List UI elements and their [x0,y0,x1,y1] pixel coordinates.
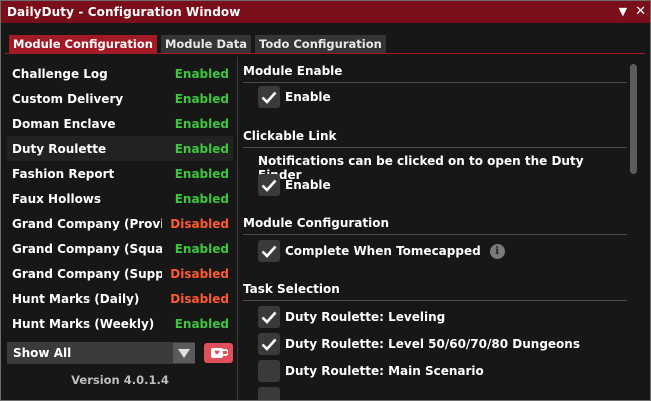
module-name: Grand Company (Squadron) [12,241,162,256]
module-item-custom-delivery[interactable]: Custom Delivery Enabled [7,86,233,111]
scrollbar-thumb[interactable] [630,64,637,174]
tab-module-configuration[interactable]: Module Configuration [9,35,157,54]
tab-todo-configuration[interactable]: Todo Configuration [255,35,386,54]
module-status: Disabled [170,266,229,281]
collapse-icon[interactable]: ▼ [619,1,627,23]
section-divider [243,300,627,301]
module-item-gc-squadron[interactable]: Grand Company (Squadron) Enabled [7,236,233,261]
module-name: Hunt Marks (Weekly) [12,316,155,331]
module-item-duty-roulette[interactable]: Duty Roulette Enabled [7,136,233,161]
module-name: Custom Delivery [12,91,124,106]
checkmark-icon [261,338,277,351]
module-name: Grand Company (Provisioning) [12,216,162,231]
module-status: Disabled [170,291,229,306]
checkbox-task-main-scenario[interactable] [258,360,280,382]
module-name: Doman Enclave [12,116,116,131]
module-enable-row[interactable]: Enable [258,86,331,108]
module-item-challenge-log[interactable]: Challenge Log Enabled [7,61,233,86]
task-row-main-scenario[interactable]: Duty Roulette: Main Scenario [258,360,484,382]
module-list: Challenge Log Enabled Custom Delivery En… [7,61,233,338]
complete-when-tomecapped-label: Complete When Tomecapped [285,244,481,258]
panel-divider [237,57,238,400]
checkmark-icon [261,311,277,324]
info-icon[interactable]: i [489,243,505,259]
enable-label: Enable [285,90,331,104]
module-configuration-header: Module Configuration [243,216,390,230]
module-item-gc-supply[interactable]: Grand Company (Supply) Disabled [7,261,233,286]
task-selection-header: Task Selection [243,282,340,296]
close-icon[interactable]: ✕ [635,1,646,23]
module-filter-dropdown[interactable]: Show All [7,342,195,364]
kofi-cup-icon[interactable] [204,343,233,363]
section-divider [243,147,627,148]
module-status: Enabled [174,66,229,81]
module-status: Enabled [174,191,229,206]
module-status: Enabled [174,141,229,156]
clickable-link-row[interactable]: Enable [258,174,331,196]
tab-bar: Module Configuration Module Data Todo Co… [1,23,650,54]
module-item-gc-provisioning[interactable]: Grand Company (Provisioning) Disabled [7,211,233,236]
task-label: Duty Roulette: Main Scenario [285,364,484,378]
module-status: Enabled [174,316,229,331]
module-status: Enabled [174,116,229,131]
checkbox-task-partial[interactable] [258,387,280,400]
module-status: Disabled [170,216,229,231]
complete-when-tomecapped-row[interactable]: Complete When Tomecapped i [258,240,505,262]
module-status: Enabled [174,91,229,106]
task-row-level-dungeons[interactable]: Duty Roulette: Level 50/60/70/80 Dungeon… [258,333,580,355]
module-item-faux-hollows[interactable]: Faux Hollows Enabled [7,186,233,211]
configuration-window: DailyDuty - Configuration Window ▼ ✕ Mod… [0,0,651,401]
section-divider [243,234,627,235]
module-item-fashion-report[interactable]: Fashion Report Enabled [7,161,233,186]
task-row-partial[interactable] [258,387,285,400]
task-label: Duty Roulette: Level 50/60/70/80 Dungeon… [285,337,580,351]
module-name: Faux Hollows [12,191,102,206]
checkbox-task-leveling[interactable] [258,306,280,328]
module-name: Grand Company (Supply) [12,266,162,281]
filter-value: Show All [13,346,72,360]
module-status: Enabled [174,166,229,181]
checkmark-icon [261,179,277,192]
module-item-hunt-daily[interactable]: Hunt Marks (Daily) Disabled [7,286,233,311]
task-label: Duty Roulette: Leveling [285,310,446,324]
checkmark-icon [261,91,277,104]
dropdown-arrow-icon[interactable] [173,343,195,363]
task-row-leveling[interactable]: Duty Roulette: Leveling [258,306,445,328]
tab-module-data[interactable]: Module Data [160,35,252,54]
section-divider [243,82,627,83]
checkmark-icon [261,245,277,258]
config-panel: Module Enable Enable Clickable Link Noti… [243,57,628,400]
module-name: Challenge Log [12,66,108,81]
version-label: Version 4.0.1.4 [71,373,169,387]
module-name: Hunt Marks (Daily) [12,291,140,306]
tab-underline [5,53,645,54]
module-item-hunt-weekly[interactable]: Hunt Marks (Weekly) Enabled [7,311,233,336]
window-title: DailyDuty - Configuration Window [7,5,241,19]
checkbox-clickable-link[interactable] [258,174,280,196]
module-item-doman-enclave[interactable]: Doman Enclave Enabled [7,111,233,136]
module-status: Enabled [174,241,229,256]
module-name: Duty Roulette [12,141,107,156]
title-bar[interactable]: DailyDuty - Configuration Window ▼ ✕ [1,1,650,23]
checkbox-task-level-dungeons[interactable] [258,333,280,355]
checkbox-complete-when-tomecapped[interactable] [258,240,280,262]
checkbox-module-enable[interactable] [258,86,280,108]
module-name: Fashion Report [12,166,115,181]
enable-label: Enable [285,178,331,192]
module-enable-header: Module Enable [243,64,343,78]
clickable-link-header: Clickable Link [243,129,337,143]
